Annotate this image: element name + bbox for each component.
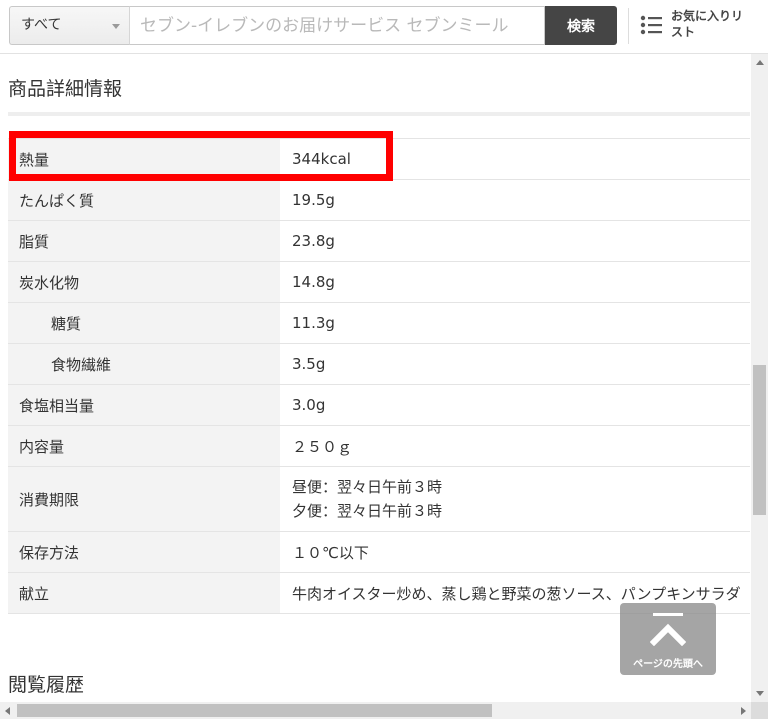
table-row: 熱量 344kcal <box>8 138 750 180</box>
table-row: 内容量 ２５０ｇ <box>8 425 750 467</box>
section-title: 商品詳細情報 <box>8 78 123 100</box>
spec-key: 食物繊維 <box>8 343 280 385</box>
search-input[interactable] <box>129 6 545 45</box>
table-row: 炭水化物 14.8g <box>8 261 750 303</box>
table-row: 食物繊維 3.5g <box>8 343 750 385</box>
spec-key: たんぱく質 <box>8 179 280 221</box>
spec-key: 炭水化物 <box>8 261 280 303</box>
scroll-up-arrow-icon[interactable] <box>756 60 764 65</box>
spec-value: 14.8g <box>280 261 750 303</box>
vertical-scrollbar[interactable] <box>751 54 768 702</box>
spec-key: 保存方法 <box>8 531 280 573</box>
spec-key: 消費期限 <box>8 466 280 532</box>
header-divider <box>628 8 629 44</box>
category-select-label: すべて <box>21 17 62 33</box>
table-row: たんぱく質 19.5g <box>8 179 750 221</box>
chevron-up-icon <box>650 623 686 646</box>
scroll-left-arrow-icon[interactable] <box>5 707 10 715</box>
chevron-down-icon <box>112 24 120 29</box>
vertical-scroll-thumb[interactable] <box>753 365 766 515</box>
category-select[interactable]: すべて <box>9 6 129 45</box>
scroll-right-arrow-icon[interactable] <box>741 707 746 715</box>
back-to-top-label: ページの先頭へ <box>633 659 703 670</box>
top-bar-icon <box>653 613 683 616</box>
table-row: 糖質 11.3g <box>8 302 750 344</box>
favorites-list-link[interactable]: お気に入りリスト <box>638 6 758 46</box>
spec-value: １０℃以下 <box>280 531 750 573</box>
spec-key: 献立 <box>8 572 280 614</box>
section-divider <box>8 112 750 116</box>
spec-value: 23.8g <box>280 220 750 262</box>
history-title: 閲覧履歴 <box>8 674 85 696</box>
page: すべて 検索 お気に入りリスト 商品詳細情報 熱量 344kcal <box>0 0 768 719</box>
table-row: 消費期限 昼便：翌々日午前３時 夕便：翌々日午前３時 <box>8 466 750 532</box>
spec-key: 内容量 <box>8 425 280 467</box>
table-row: 脂質 23.8g <box>8 220 750 262</box>
table-row: 保存方法 １０℃以下 <box>8 531 750 573</box>
horizontal-scrollbar[interactable] <box>0 702 751 719</box>
favorites-list-label: お気に入りリスト <box>671 9 744 39</box>
spec-value: 昼便：翌々日午前３時 夕便：翌々日午前３時 <box>280 466 750 532</box>
spec-key: 脂質 <box>8 220 280 262</box>
scrollbar-corner <box>751 702 768 719</box>
spec-value: 3.0g <box>280 384 750 426</box>
spec-key: 熱量 <box>8 138 280 180</box>
spec-value: 3.5g <box>280 343 750 385</box>
spec-value: 19.5g <box>280 179 750 221</box>
horizontal-scroll-thumb[interactable] <box>17 704 492 717</box>
spec-key: 糖質 <box>8 302 280 344</box>
search-bar: すべて 検索 お気に入りリスト <box>0 0 768 54</box>
scroll-down-arrow-icon[interactable] <box>756 691 764 696</box>
spec-key: 食塩相当量 <box>8 384 280 426</box>
spec-value: 11.3g <box>280 302 750 344</box>
spec-value-line: 夕便：翌々日午前３時 <box>292 502 443 520</box>
spec-value: ２５０ｇ <box>280 425 750 467</box>
spec-value: 344kcal <box>280 138 750 180</box>
spec-value-line: 昼便：翌々日午前３時 <box>292 478 443 496</box>
search-button[interactable]: 検索 <box>545 6 617 45</box>
back-to-top-button[interactable]: ページの先頭へ <box>620 603 716 675</box>
list-icon <box>640 15 662 35</box>
product-spec-table: 熱量 344kcal たんぱく質 19.5g 脂質 23.8g 炭水化物 14.… <box>8 138 750 614</box>
table-row: 食塩相当量 3.0g <box>8 384 750 426</box>
